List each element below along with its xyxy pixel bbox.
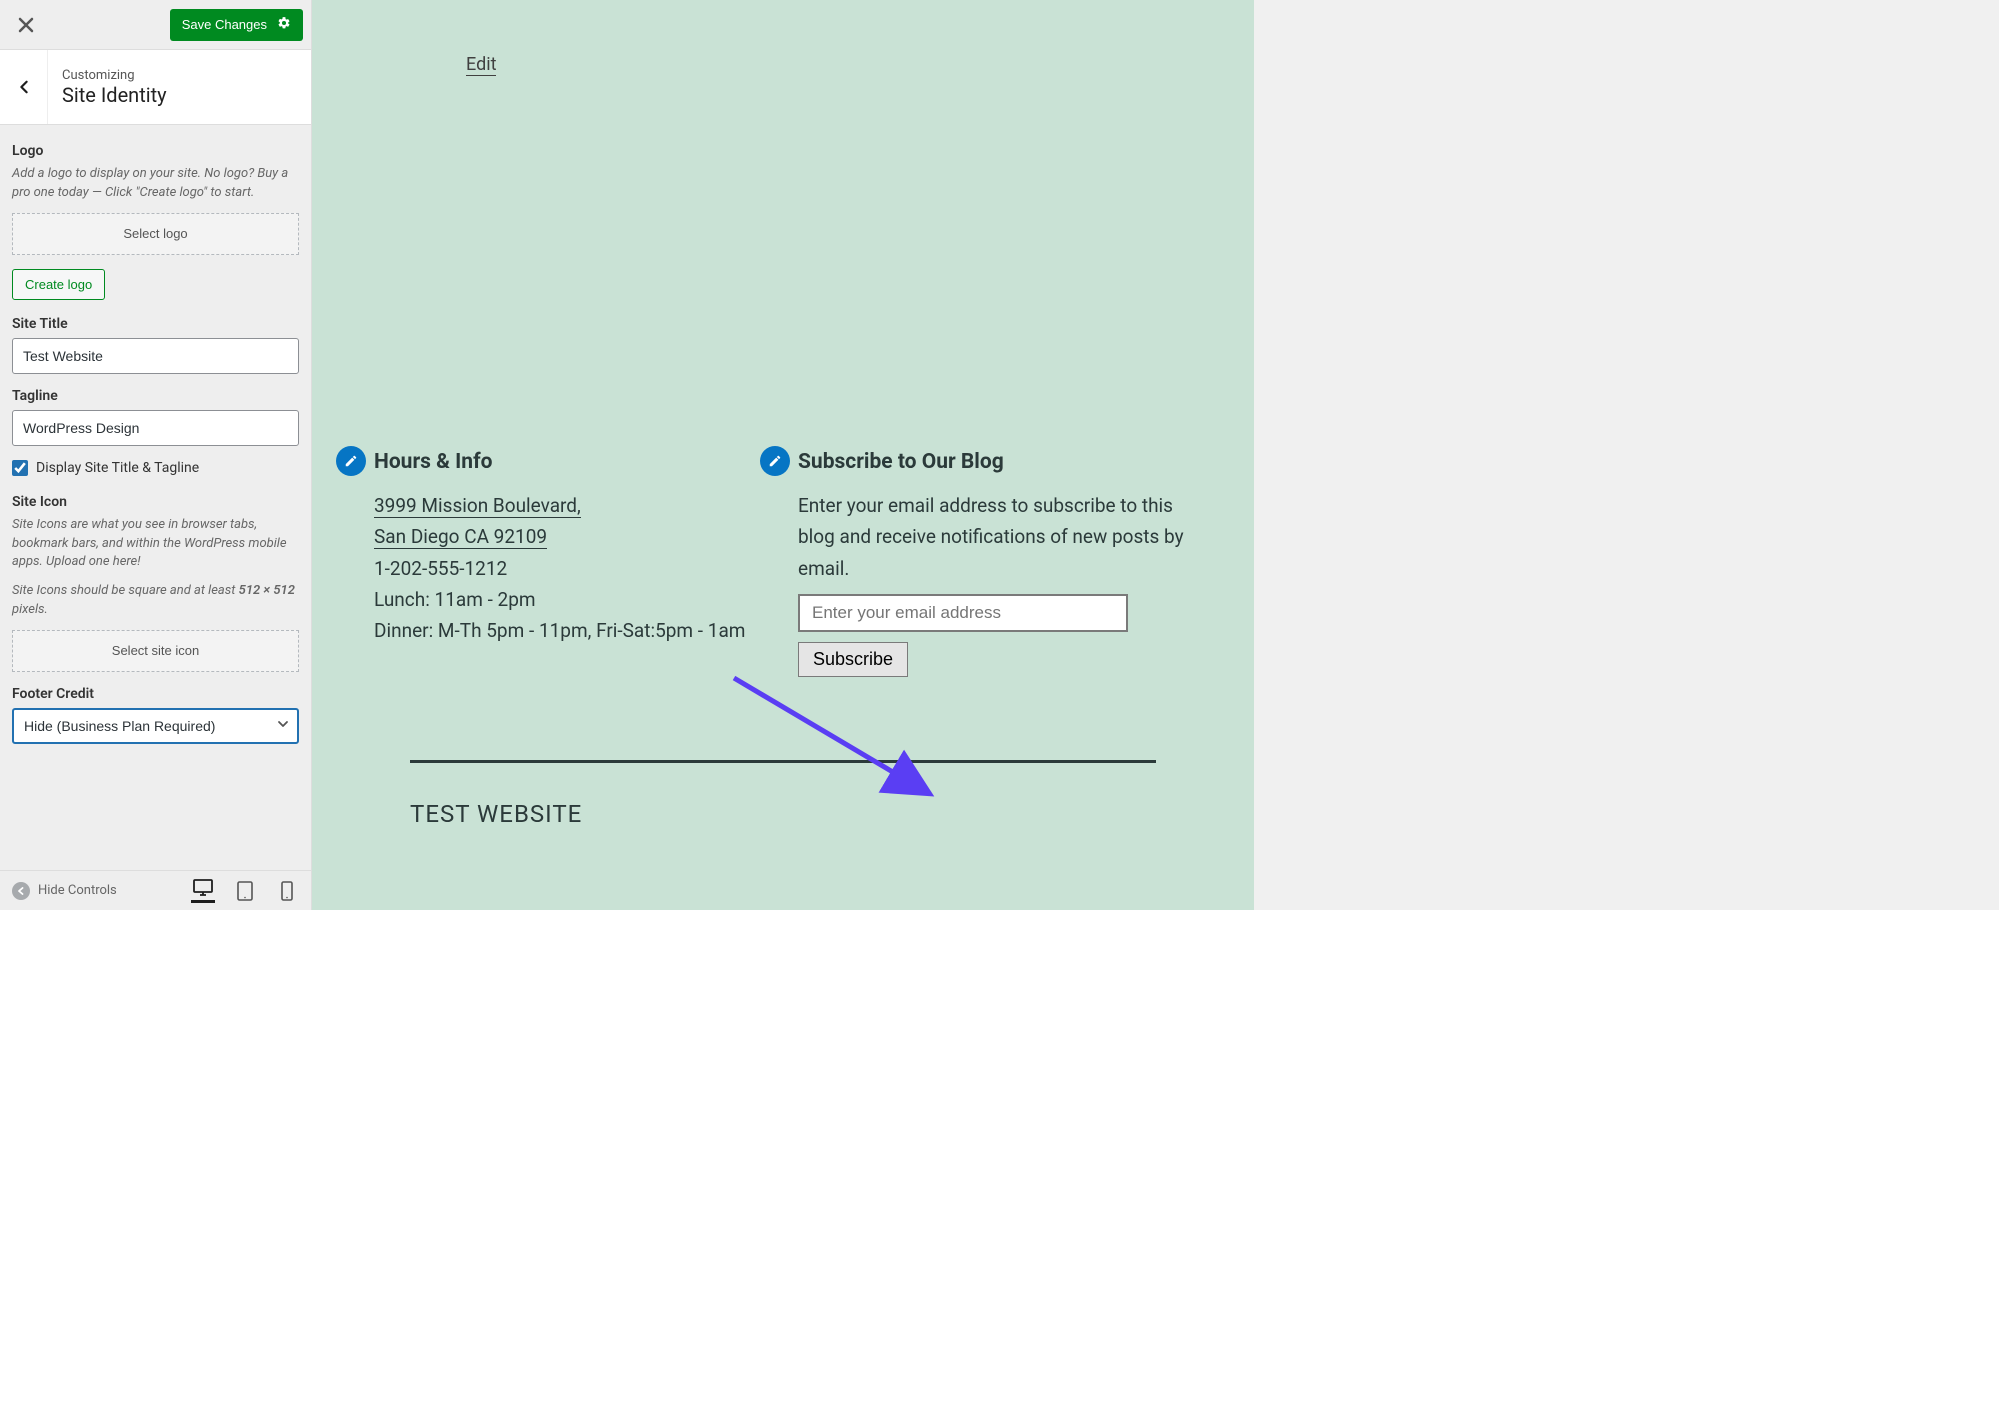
logo-heading: Logo	[12, 143, 299, 159]
annotation-arrow	[730, 674, 950, 814]
subscribe-email-input[interactable]	[798, 594, 1128, 632]
site-icon-desc1: Site Icons are what you see in browser t…	[12, 516, 299, 573]
dinner-text: Dinner: M-Th 5pm - 11pm, Fri-Sat:5pm - 1…	[374, 619, 745, 642]
pencil-icon	[768, 454, 782, 468]
footer-site-title: TEST WEBSITE	[410, 800, 582, 828]
hours-widget: Hours & Info 3999 Mission Boulevard,San …	[374, 450, 768, 677]
page-title: Site Identity	[62, 83, 167, 107]
lunch-text: Lunch: 11am - 2pm	[374, 588, 536, 611]
display-title-label: Display Site Title & Tagline	[36, 460, 199, 476]
tablet-icon	[237, 881, 253, 901]
customizer-sidebar: Save Changes Customizing Site Identity L…	[0, 0, 312, 910]
gear-icon	[277, 16, 291, 33]
select-site-icon-button[interactable]: Select site icon	[12, 630, 299, 672]
hours-heading: Hours & Info	[374, 450, 768, 474]
hide-controls-label: Hide Controls	[38, 883, 117, 898]
edit-subscribe-widget-button[interactable]	[760, 446, 790, 476]
tablet-view-button[interactable]	[233, 879, 257, 903]
close-icon	[18, 17, 34, 33]
chevron-left-icon	[17, 80, 31, 94]
footer-credit-select[interactable]: Hide (Business Plan Required)	[12, 708, 299, 744]
mobile-icon	[281, 881, 293, 901]
address-link[interactable]: 3999 Mission Boulevard,San Diego CA 9210…	[374, 494, 581, 549]
tagline-label: Tagline	[12, 388, 299, 404]
breadcrumb: Customizing	[62, 68, 167, 83]
site-icon-desc2: Site Icons should be square and at least…	[12, 582, 299, 620]
sidebar-footer: Hide Controls	[0, 870, 311, 910]
logo-desc: Add a logo to display on your site. No l…	[12, 165, 299, 203]
close-button[interactable]	[8, 7, 44, 43]
footer-widgets: Hours & Info 3999 Mission Boulevard,San …	[374, 450, 1192, 677]
edit-link[interactable]: Edit	[466, 54, 496, 76]
display-title-checkbox[interactable]	[12, 460, 28, 476]
subscribe-widget: Subscribe to Our Blog Enter your email a…	[798, 450, 1192, 677]
footer-credit-label: Footer Credit	[12, 686, 299, 702]
pencil-icon	[344, 454, 358, 468]
top-bar: Save Changes	[0, 0, 311, 50]
desktop-icon	[193, 879, 213, 897]
save-changes-label: Save Changes	[182, 17, 267, 32]
subscribe-heading: Subscribe to Our Blog	[798, 450, 1192, 474]
device-switcher	[191, 879, 299, 903]
desktop-view-button[interactable]	[191, 879, 215, 903]
create-logo-button[interactable]: Create logo	[12, 269, 105, 300]
subscribe-desc: Enter your email address to subscribe to…	[798, 490, 1192, 584]
tagline-input[interactable]	[12, 410, 299, 446]
save-changes-button[interactable]: Save Changes	[170, 9, 303, 41]
subscribe-button[interactable]: Subscribe	[798, 642, 908, 677]
edit-hours-widget-button[interactable]	[336, 446, 366, 476]
preview-wrap: Edit Hours & Info 3999 Mission Boulevard…	[312, 0, 1999, 910]
hide-controls-button[interactable]: Hide Controls	[12, 882, 117, 900]
mobile-view-button[interactable]	[275, 879, 299, 903]
section-header: Customizing Site Identity	[0, 50, 311, 125]
footer-divider	[410, 760, 1156, 763]
site-title-label: Site Title	[12, 316, 299, 332]
phone-text: 1-202-555-1212	[374, 557, 507, 580]
back-button[interactable]	[0, 50, 48, 124]
site-icon-heading: Site Icon	[12, 494, 299, 510]
collapse-icon	[12, 882, 30, 900]
site-preview: Edit Hours & Info 3999 Mission Boulevard…	[312, 0, 1254, 910]
site-title-input[interactable]	[12, 338, 299, 374]
select-logo-button[interactable]: Select logo	[12, 213, 299, 255]
panel-body: Logo Add a logo to display on your site.…	[0, 125, 311, 870]
